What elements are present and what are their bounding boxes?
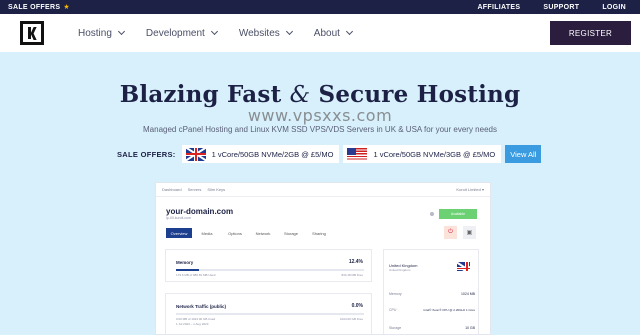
dashboard-preview: Dashboard Servers Slim Keys Kuroit Limit… <box>155 182 491 335</box>
spec-label: CPU <box>389 308 397 312</box>
sale-offers-label: SALE OFFERS <box>8 3 61 11</box>
network-used: 0.00 MB of 1024.00 GB Used <box>176 317 216 321</box>
tab-sharing: Sharing <box>312 230 326 236</box>
memory-used: 179.6 MB of 980.81 MB Used <box>176 273 216 277</box>
uk-flag-icon <box>457 262 470 271</box>
dashboard-tabs: Overview Media Options Network Storage S… <box>166 228 332 238</box>
server-info-card: United Kingdom United Kingdom Memory 102… <box>383 249 479 334</box>
spec-label: Memory <box>389 292 402 296</box>
nav-item-label: Hosting <box>78 27 112 39</box>
dashboard-domain: your-domain.com <box>166 207 234 216</box>
network-free: 1024.00 GB Free <box>339 317 363 321</box>
crumb-slim-keys: Slim Keys <box>207 187 226 192</box>
spec-value: Intel® Xeon® CPU @ 2.20GHz 1 Core <box>423 308 476 312</box>
network-bar <box>176 313 364 315</box>
memory-card: Memory 12.4% 179.6 MB of 980.81 MB Used … <box>165 249 372 282</box>
memory-title: Memory <box>176 260 194 265</box>
tab-storage: Storage <box>283 230 298 236</box>
dashboard-breadcrumb: Dashboard Servers Slim Keys <box>162 187 225 192</box>
hero-title: Blazing Fast & Secure Hosting <box>0 81 640 108</box>
hero-title-part2: Secure Hosting <box>318 81 521 108</box>
us-flag-icon <box>347 147 368 161</box>
spec-storage: Storage 10 GB <box>389 326 475 330</box>
spec-cpu: CPU Intel® Xeon® CPU @ 2.20GHz 1 Core <box>389 308 475 312</box>
login-link[interactable]: LOGIN <box>602 4 626 11</box>
tab-overview: Overview <box>166 228 192 238</box>
network-value: 0.0% <box>351 303 363 309</box>
hero-subtitle: Managed cPanel Hosting and Linux KVM SSD… <box>143 125 497 134</box>
status-dot <box>430 212 434 216</box>
chevron-down-icon <box>345 27 353 36</box>
spec-memory: Memory 1024 MB <box>389 292 475 296</box>
memory-bar-fill <box>176 269 200 271</box>
tab-options: Options <box>228 230 242 236</box>
register-button[interactable]: REGISTER <box>550 21 631 45</box>
affiliates-link[interactable]: AFFILIATES <box>477 4 520 11</box>
nav-item-websites[interactable]: Websites <box>238 27 293 39</box>
offer-us[interactable]: 1 vCore/50GB NVMe/3GB @ £5/MO <box>343 145 502 163</box>
network-period: 1 Jul 2023 – 1 Aug 2023 <box>176 322 209 326</box>
nav-item-development[interactable]: Development <box>145 27 218 39</box>
sale-offers-row: SALE OFFERS: 1 vCore/50GB NVMe/2GB @ £5/… <box>117 145 542 163</box>
network-card: Network Traffic (public) 0.0% 0.00 MB of… <box>165 293 372 334</box>
chevron-down-icon <box>117 27 125 36</box>
kuroit-logo[interactable] <box>20 21 44 45</box>
top-bar: SALE OFFERS ★ AFFILIATES SUPPORT LOGIN <box>0 0 640 14</box>
hero-title-ampersand: & <box>289 82 311 108</box>
lock-icon: ▣ <box>463 226 476 239</box>
crumb-dashboard: Dashboard <box>162 187 182 192</box>
power-icon: ⏻ <box>444 226 457 239</box>
nav-item-about[interactable]: About <box>313 27 353 39</box>
uk-flag-icon <box>185 147 206 161</box>
sale-offers-link[interactable]: SALE OFFERS ★ <box>8 3 70 12</box>
hero-title-part1: Blazing Fast <box>119 81 282 108</box>
status-badge: Available <box>439 209 477 219</box>
location-sub: United Kingdom <box>389 268 411 272</box>
network-title: Network Traffic (public) <box>176 304 227 309</box>
dashboard-header: Dashboard Servers Slim Keys Kuroit Limit… <box>156 183 490 197</box>
top-links: AFFILIATES SUPPORT LOGIN <box>477 4 626 11</box>
spec-value: 1024 MB <box>460 292 475 296</box>
nav-item-hosting[interactable]: Hosting <box>78 27 125 39</box>
support-link[interactable]: SUPPORT <box>543 4 579 11</box>
nav-menu: Hosting Development Websites About <box>78 27 353 39</box>
memory-value: 12.4% <box>348 259 363 265</box>
main-nav: Hosting Development Websites About REGIS… <box>0 14 640 52</box>
nav-item-label: About <box>313 27 340 39</box>
offer-uk-text: 1 vCore/50GB NVMe/2GB @ £5/MO <box>211 149 334 159</box>
nav-item-label: Websites <box>238 27 280 39</box>
star-icon: ★ <box>63 4 70 11</box>
watermark: www.vpsxxs.com <box>247 106 393 125</box>
sale-offers-heading: SALE OFFERS: <box>117 149 176 159</box>
offer-us-text: 1 vCore/50GB NVMe/3GB @ £5/MO <box>373 149 496 159</box>
chevron-down-icon <box>210 27 218 36</box>
spec-value: 10 GB <box>465 326 475 330</box>
nav-item-label: Development <box>145 27 205 39</box>
spec-label: Storage <box>389 326 402 330</box>
chevron-down-icon <box>285 27 293 36</box>
tab-media: Media <box>201 230 213 236</box>
dashboard-user: Kuroit Limited ▾ <box>456 187 484 192</box>
dashboard-domain-sub: ip-00.kuroit.com <box>166 216 191 220</box>
memory-bar <box>176 269 364 271</box>
view-all-button[interactable]: View All <box>505 145 542 163</box>
tab-network: Network <box>255 230 271 236</box>
crumb-servers: Servers <box>187 187 202 192</box>
offer-uk[interactable]: 1 vCore/50GB NVMe/2GB @ £5/MO <box>181 145 340 163</box>
memory-free: 844.18 MB Free <box>341 273 363 277</box>
